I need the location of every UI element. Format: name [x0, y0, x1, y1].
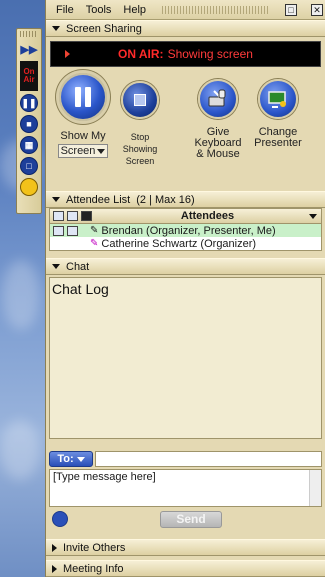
- attendee-name: Brendan (Organizer, Presenter, Me): [101, 224, 276, 237]
- pen-column-icon[interactable]: [81, 211, 92, 221]
- send-row: Send: [46, 507, 325, 531]
- send-button[interactable]: Send: [160, 510, 222, 528]
- screen-sharing-header[interactable]: Screen Sharing: [46, 20, 325, 37]
- invite-others-title: Invite Others: [63, 541, 126, 554]
- screen-sharing-tools: Show My Screen Stop Showing Screen Give …: [46, 67, 325, 185]
- collapse-arrow-icon: [52, 264, 60, 269]
- on-air-indicator: On Air: [20, 61, 38, 91]
- stop-label-line1: Stop: [130, 132, 150, 142]
- chevron-down-icon: [76, 456, 85, 462]
- stop-label-line2: Showing: [122, 144, 158, 154]
- annotate-icon-button[interactable]: [20, 178, 38, 196]
- keyboard-status-icon: [67, 225, 78, 236]
- chat-log-label: Chat Log: [52, 281, 109, 297]
- meeting-info-title: Meeting Info: [63, 562, 124, 575]
- pen-icon: ✎: [90, 238, 99, 249]
- attendee-table-header: Attendees: [50, 209, 321, 224]
- pause-icon-button[interactable]: ❚❚: [20, 94, 38, 112]
- change-presenter-tool: Change Presenter: [250, 73, 306, 185]
- on-air-label: ON AIR:: [118, 47, 164, 61]
- screen-sharing-title: Screen Sharing: [66, 22, 142, 35]
- menu-tools[interactable]: Tools: [86, 4, 112, 16]
- chat-header[interactable]: Chat: [46, 258, 325, 275]
- stop-square-icon: [134, 94, 146, 106]
- message-scrollbar[interactable]: [309, 470, 321, 506]
- toolbar-grip[interactable]: [20, 31, 38, 37]
- attendee-column-icons: [50, 211, 106, 221]
- give-keyboard-mouse-tool: Give Keyboard & Mouse: [188, 73, 248, 185]
- chat-message-input[interactable]: [Type message here]: [49, 469, 322, 507]
- invite-others-header[interactable]: Invite Others: [46, 539, 325, 556]
- give-label-line3: & Mouse: [196, 148, 240, 160]
- stop-icon-button[interactable]: ■: [20, 115, 38, 133]
- menu-help[interactable]: Help: [123, 4, 146, 16]
- meeting-info-header[interactable]: Meeting Info: [46, 560, 325, 577]
- stop-showing-tool: Stop Showing Screen: [118, 73, 162, 185]
- show-my-label: Show My: [60, 130, 106, 142]
- expand-arrow-icon: [52, 564, 57, 573]
- pause-sharing-button[interactable]: [59, 73, 107, 121]
- play-arrow-icon: [65, 50, 70, 58]
- chat-options-icon[interactable]: [52, 511, 68, 527]
- pause-bar: [75, 87, 81, 107]
- recipient-field[interactable]: [95, 451, 322, 467]
- expand-arrow-icon: [52, 543, 57, 552]
- attendee-count: (2 | Max 16): [136, 193, 195, 206]
- attendee-name: Catherine Schwartz (Organizer): [101, 237, 257, 250]
- meeting-panel: File Tools Help □ ✕ Screen Sharing ON AI…: [45, 0, 325, 577]
- presenter-icon: [268, 91, 286, 108]
- screen-dropdown-label: Screen: [60, 145, 96, 157]
- attendees-column-header[interactable]: Attendees: [106, 210, 309, 222]
- chevron-down-icon: [97, 148, 106, 154]
- pen-icon: ✎: [90, 225, 99, 236]
- send-label: Send: [176, 512, 206, 526]
- collapse-arrow-icon: [52, 26, 60, 31]
- chat-title: Chat: [66, 260, 90, 273]
- to-dropdown-button[interactable]: To:: [49, 451, 93, 467]
- monitor-status-icon: [53, 225, 64, 236]
- desktop-cloud: [0, 420, 40, 480]
- attendee-status-icons: [50, 225, 90, 236]
- on-air-line2: Air: [23, 75, 35, 84]
- show-my-screen-tool: Show My Screen: [52, 73, 114, 185]
- chat-recipient-row: To:: [49, 451, 322, 467]
- message-placeholder: [Type message here]: [53, 471, 156, 483]
- keyboard-column-icon[interactable]: [67, 211, 78, 221]
- window-restore-icon[interactable]: □: [285, 3, 297, 16]
- monitor-column-icon[interactable]: [53, 211, 64, 221]
- attendee-table: Attendees ✎ Brendan (Organizer, Presente…: [49, 208, 322, 251]
- screen-dropdown[interactable]: Screen: [57, 144, 109, 158]
- menu-bar: File Tools Help □ ✕: [46, 0, 325, 20]
- on-air-status-bar: ON AIR: Showing screen: [50, 41, 321, 67]
- column-menu-arrow-icon[interactable]: [309, 213, 317, 219]
- expand-panel-button[interactable]: ▶▶: [20, 40, 38, 58]
- window-close-icon[interactable]: ✕: [311, 3, 323, 16]
- change-label-line2: Presenter: [254, 137, 302, 149]
- menu-file[interactable]: File: [56, 4, 74, 16]
- pause-bar: [85, 87, 91, 107]
- to-label: To:: [57, 453, 74, 465]
- attendee-row[interactable]: ✎ Catherine Schwartz (Organizer): [50, 237, 321, 250]
- stop-label-line3: Screen: [125, 156, 155, 166]
- keyboard-mouse-icon: [208, 89, 226, 107]
- attendee-list-title: Attendee List: [66, 193, 131, 206]
- on-air-status: Showing screen: [167, 47, 253, 61]
- collapse-arrow-icon: [52, 197, 60, 202]
- attendee-list-header[interactable]: Attendee List (2 | Max 16): [46, 191, 325, 208]
- menubar-grip[interactable]: [162, 5, 269, 14]
- chat-log[interactable]: Chat Log: [49, 277, 322, 439]
- desktop-cloud: [2, 260, 40, 330]
- stop-showing-button[interactable]: [121, 81, 159, 119]
- give-control-button[interactable]: [198, 79, 238, 119]
- change-presenter-button[interactable]: [258, 79, 298, 119]
- left-vertical-toolbar: ▶▶ On Air ❚❚ ■ ▦ □: [16, 28, 42, 214]
- attendee-list-icon-button[interactable]: ▦: [20, 136, 38, 154]
- chat-icon-button[interactable]: □: [20, 157, 38, 175]
- attendee-row[interactable]: ✎ Brendan (Organizer, Presenter, Me): [50, 224, 321, 237]
